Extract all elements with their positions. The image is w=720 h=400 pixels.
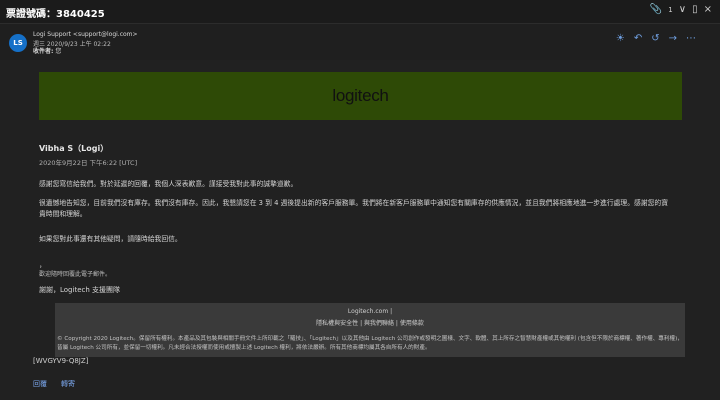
signoff: 謝謝，Logitech 支援團隊 [39, 286, 121, 294]
legal-footer: Logitech.com | 隱私權與安全性 | 與我們聯絡 | 使用條款 © … [55, 303, 685, 357]
bottom-actions: 回覆 轉寄 [33, 379, 75, 389]
page-indicator: 1 [668, 5, 673, 14]
logitech-banner: logitech [39, 72, 682, 120]
recipients-line: 收件者: 您 [33, 46, 61, 55]
pin-icon[interactable]: ▯ [692, 4, 698, 15]
agent-name: Vibha S（Logi） [39, 144, 109, 153]
forward-link[interactable]: 轉寄 [61, 379, 75, 389]
chevron-down-icon[interactable]: ∨ [679, 4, 686, 15]
reply-note: 歡迎隨時回覆此電子郵件。 [39, 271, 112, 278]
sender-address[interactable]: Logi Support <support@logi.com> [33, 31, 138, 38]
message-header: LS Logi Support <support@logi.com> 週三 20… [0, 25, 720, 59]
logitech-logo: logitech [332, 86, 389, 105]
forward-icon[interactable]: → [669, 34, 677, 44]
topbar-tools: 📎 1 ∨ ▯ × [650, 4, 712, 15]
recipients-label: 收件者: [33, 48, 54, 55]
more-icon[interactable]: ⋯ [686, 34, 696, 44]
reply-all-icon[interactable]: ↺ [651, 34, 659, 44]
agent-date: 2020年9月22日 下午6:22 [UTC] [39, 159, 138, 167]
avatar: LS [9, 34, 27, 52]
footer-copyright: © Copyright 2020 Logitech。保留所有權利。本產品及其包裝… [57, 336, 683, 351]
reply-icon[interactable]: ↶ [634, 34, 642, 44]
reply-link[interactable]: 回覆 [33, 379, 47, 389]
reference-code: [WVGYV9-Q8JZ] [33, 357, 89, 365]
message-body: logitech Vibha S（Logi） 2020年9月22日 下午6:22… [0, 60, 720, 400]
message-actions: ☀ ↶ ↺ → ⋯ [616, 34, 696, 44]
message-content: Vibha S（Logi） 2020年9月22日 下午6:22 [UTC] 感謝… [39, 143, 689, 294]
paragraph-questions: 如果您對此事還有其他疑問，請隨時給我回信。 [39, 235, 182, 243]
attachment-icon[interactable]: 📎 [650, 4, 662, 15]
title-bar: 票證號碼：3840425 📎 1 ∨ ▯ × [0, 0, 720, 24]
paragraph-apology: 感謝您寫信給我們。對於延遲的回覆，我個人深表歉意。謹接受我對此事的誠摯道歉。 [39, 180, 298, 188]
sun-icon[interactable]: ☀ [616, 34, 625, 44]
close-icon[interactable]: × [704, 4, 712, 15]
recipients-value[interactable]: 您 [55, 48, 61, 55]
paragraph-stock: 很遺憾地告知您，目前我們沒有庫存。我們沒有庫存。因此，我懇請您在 3 到 4 週… [39, 199, 669, 218]
footer-site-link[interactable]: Logitech.com | [55, 308, 685, 315]
email-subject: 票證號碼：3840425 [6, 9, 105, 20]
footer-links[interactable]: 隱私權與安全性 | 與我們聯絡 | 使用條款 [55, 318, 685, 327]
